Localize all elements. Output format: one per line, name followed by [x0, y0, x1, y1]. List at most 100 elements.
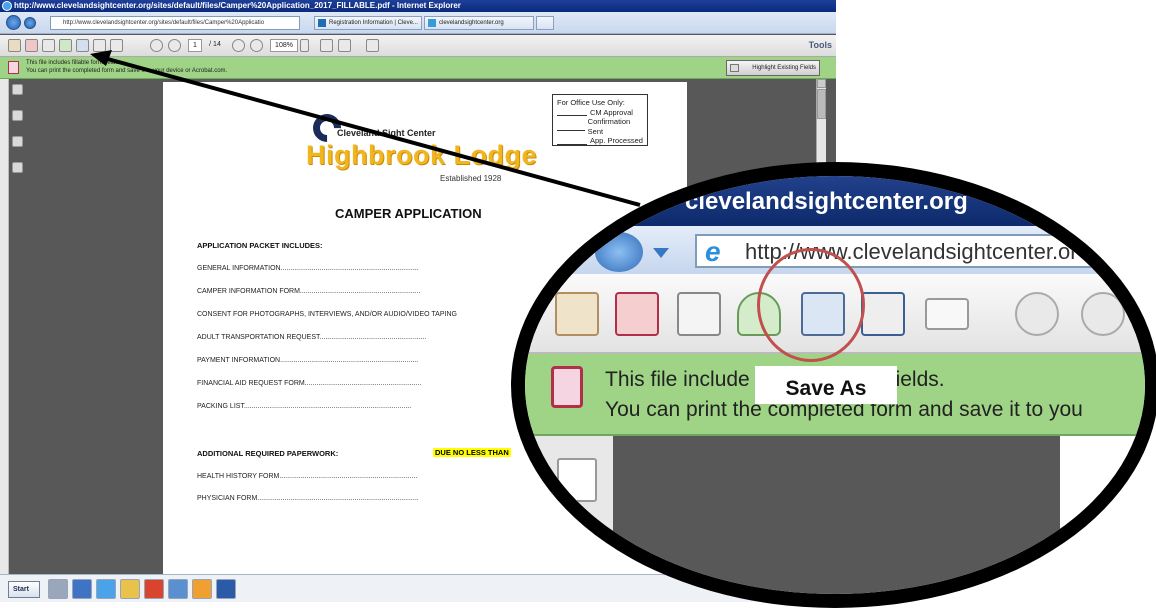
- office-heading: For Office Use Only:: [557, 98, 625, 107]
- next-page-icon[interactable]: [168, 39, 181, 52]
- create-pdf-icon[interactable]: [8, 39, 21, 52]
- zoom-select[interactable]: 108%: [270, 39, 298, 52]
- fit-page-icon[interactable]: [338, 39, 351, 52]
- save-icon[interactable]: [76, 39, 89, 52]
- email-icon[interactable]: [110, 39, 123, 52]
- list-item: FINANCIAL AID REQUEST FORM..............…: [197, 380, 422, 387]
- scroll-thumb[interactable]: [817, 89, 826, 119]
- list-item: GENERAL INFORMATION.....................…: [197, 265, 419, 272]
- tab-registration[interactable]: Registration Information | Cleve...: [314, 16, 422, 30]
- magnified-page-edge: [1060, 436, 1145, 594]
- new-tab-button[interactable]: [536, 16, 554, 30]
- list-item: PHYSICIAN FORM..........................…: [197, 495, 419, 502]
- print-icon: [861, 292, 905, 336]
- office-item: CM Approval: [557, 108, 643, 118]
- form-fields-icon: [8, 61, 19, 74]
- back-button[interactable]: [6, 15, 21, 30]
- full-screen-icon[interactable]: [366, 39, 379, 52]
- highbrook-logo: Cleveland Sight Center Highbrook Lodge E…: [306, 108, 553, 184]
- edit-icon[interactable]: [42, 39, 55, 52]
- tab-favicon: [428, 19, 436, 27]
- magnifier-callout: clevelandsightcenter.org e http://www.cl…: [511, 162, 1156, 608]
- due-highlight: DUE NO LESS THAN: [433, 448, 511, 457]
- create-pdf-icon: [555, 292, 599, 336]
- highlight-icon: [730, 64, 739, 72]
- page-total: / 14: [209, 41, 221, 48]
- highlight-fields-label: Highlight Existing Fields: [752, 65, 816, 71]
- left-navigation-pane: [0, 79, 9, 574]
- fillable-notice-bar: This file includes fillable form fields.…: [0, 57, 836, 79]
- page-number-input[interactable]: 1: [188, 39, 202, 52]
- outlook-icon[interactable]: [192, 579, 212, 599]
- section-heading-packet: APPLICATION PACKET INCLUDES:: [197, 241, 323, 250]
- zoom-out-icon[interactable]: [232, 39, 245, 52]
- office-item: Confirmation Sent: [557, 117, 643, 136]
- magnified-title: clevelandsightcenter.org: [685, 188, 968, 215]
- magnifier-content: clevelandsightcenter.org e http://www.cl…: [525, 176, 1145, 594]
- zoom-dropdown-icon[interactable]: [300, 39, 309, 52]
- fit-width-icon[interactable]: [320, 39, 333, 52]
- attachment-icon[interactable]: [12, 110, 23, 121]
- edit-icon: [677, 292, 721, 336]
- pages-icon: [557, 458, 597, 502]
- window-title: http://www.clevelandsightcenter.org/site…: [14, 1, 461, 10]
- chrome-icon[interactable]: [144, 579, 164, 599]
- list-item: PACKING LIST............................…: [197, 403, 412, 410]
- section-heading-paperwork: ADDITIONAL REQUIRED PAPERWORK:: [197, 449, 339, 458]
- list-item: ADULT TRANSPORTATION REQUEST............…: [197, 334, 427, 341]
- list-item: CONSENT FOR PHOTOGRAPHS, INTERVIEWS, AND…: [197, 311, 457, 318]
- screen-tool-icon[interactable]: [168, 579, 188, 599]
- upload-icon[interactable]: [59, 39, 72, 52]
- document-title: CAMPER APPLICATION: [335, 206, 482, 221]
- magnified-address-bar: e http://www.clevelandsightcenter.or: [695, 234, 1145, 268]
- save-as-callout-label: Save As: [755, 366, 897, 404]
- scroll-up-button[interactable]: [817, 79, 826, 88]
- tab-label: clevelandsightcenter.org: [439, 20, 504, 26]
- file-explorer-icon[interactable]: [120, 579, 140, 599]
- address-bar[interactable]: http://www.clevelandsightcenter.org/site…: [50, 16, 300, 30]
- bookmarks-icon[interactable]: [12, 136, 23, 147]
- print-icon[interactable]: [93, 39, 106, 52]
- signature-icon[interactable]: [12, 162, 23, 173]
- tools-link[interactable]: Tools: [809, 40, 832, 50]
- logo-org: Cleveland Sight Center: [337, 128, 436, 138]
- office-use-box: For Office Use Only: CM Approval Confirm…: [552, 94, 648, 146]
- tab-label: Registration Information | Cleve...: [329, 20, 418, 26]
- next-page-icon: [1081, 292, 1125, 336]
- notice-line-1: This file includes fillable form fields.: [26, 60, 121, 66]
- list-item: CAMPER INFORMATION FORM.................…: [197, 288, 421, 295]
- pages-icon[interactable]: [12, 84, 23, 95]
- notice-text: This file includes fillable form fields.…: [26, 59, 227, 75]
- forward-button[interactable]: [24, 17, 36, 29]
- office-item: App. Processed: [557, 136, 643, 146]
- pdf-toolbar: 1 / 14 108% Tools: [0, 35, 836, 57]
- combine-icon: [615, 292, 659, 336]
- magnified-notice: This file include fields. You can print t…: [525, 354, 1145, 436]
- dropdown-arrow-icon: [653, 248, 669, 258]
- previous-page-icon[interactable]: [150, 39, 163, 52]
- form-fields-icon: [551, 366, 583, 408]
- tab-clevelandsight[interactable]: clevelandsightcenter.org: [424, 16, 534, 30]
- combine-icon[interactable]: [25, 39, 38, 52]
- address-row: http://www.clevelandsightcenter.org/site…: [0, 12, 836, 34]
- zoom-in-icon[interactable]: [250, 39, 263, 52]
- ie-icon: e: [705, 236, 721, 267]
- window-title-bar: http://www.clevelandsightcenter.org/site…: [0, 0, 836, 12]
- tab-favicon: [318, 19, 326, 27]
- start-button[interactable]: Start: [8, 581, 40, 598]
- network-icon[interactable]: [48, 579, 68, 599]
- previous-page-icon: [1015, 292, 1059, 336]
- logo-established: Established 1928: [440, 174, 502, 183]
- ie-icon: [2, 1, 12, 11]
- logo-name: Highbrook Lodge: [306, 140, 537, 170]
- internet-explorer-icon[interactable]: [96, 579, 116, 599]
- show-desktop-icon[interactable]: [72, 579, 92, 599]
- save-highlight-circle: [757, 248, 865, 362]
- list-item: HEALTH HISTORY FORM.....................…: [197, 473, 418, 480]
- list-item: PAYMENT INFORMATION.....................…: [197, 357, 419, 364]
- highlight-fields-button[interactable]: Highlight Existing Fields: [726, 60, 820, 76]
- email-icon: [925, 298, 969, 330]
- magnified-document-area: [525, 436, 1145, 594]
- address-text: http://www.clevelandsightcenter.org/site…: [63, 20, 265, 26]
- word-icon[interactable]: [216, 579, 236, 599]
